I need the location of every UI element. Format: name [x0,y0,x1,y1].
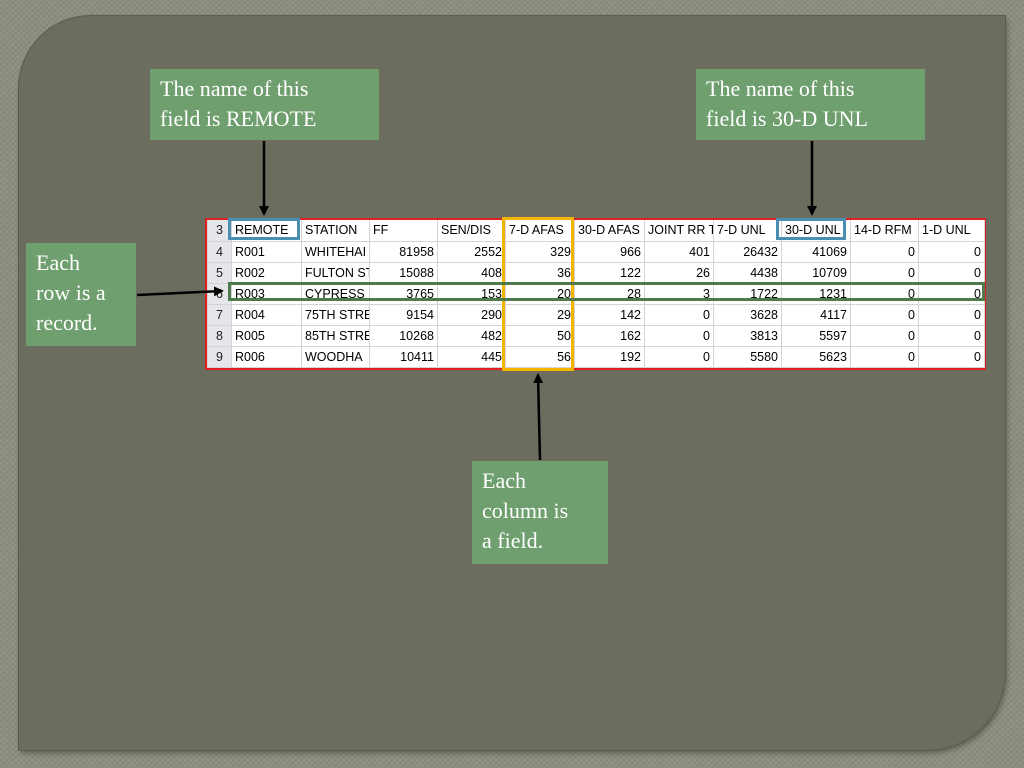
table-cell: 122 [574,261,645,284]
column-header: STATION [301,220,370,242]
table-cell: R001 [231,240,302,263]
table-row: 6R003CYPRESS H3765153202831722123100 [207,282,985,305]
table-cell: 4438 [713,261,782,284]
table-cell: 29 [505,303,575,326]
column-header: 7-D UNL [713,220,782,242]
table-cell: 10411 [369,345,438,368]
column-header: JOINT RR T [644,220,714,242]
table-cell: 0 [850,345,919,368]
row-number: 9 [207,345,232,368]
table-cell: WHITEHAI [301,240,370,263]
row-number: 8 [207,324,232,347]
table-cell: 5623 [781,345,851,368]
row-number: 4 [207,240,232,263]
column-header: 30-D UNL [781,220,851,242]
callout-30d-unl-field: The name of this field is 30-D UNL [696,69,925,140]
table-cell: 0 [918,240,985,263]
table-cell: 192 [574,345,645,368]
table-cell: 0 [850,324,919,347]
table-cell: 0 [918,261,985,284]
table-cell: R004 [231,303,302,326]
table-cell: 3813 [713,324,782,347]
table-cell: 26 [644,261,714,284]
table-cell: 0 [644,303,714,326]
table-cell: 445 [437,345,506,368]
table-cell: 408 [437,261,506,284]
table-cell: 28 [574,282,645,305]
table-cell: 9154 [369,303,438,326]
column-header: 30-D AFAS [574,220,645,242]
table-cell: R003 [231,282,302,305]
table-cell: 0 [918,324,985,347]
table-cell: R005 [231,324,302,347]
callout-column-field: Each column is a field. [472,461,608,564]
table-cell: 20 [505,282,575,305]
table-cell: 1722 [713,282,782,305]
table-cell: 3765 [369,282,438,305]
table-cell: 81958 [369,240,438,263]
table-cell: R002 [231,261,302,284]
table-cell: 966 [574,240,645,263]
table-cell: 401 [644,240,714,263]
table-cell: 329 [505,240,575,263]
row-number: 7 [207,303,232,326]
table-cell: R006 [231,345,302,368]
callout-remote-field: The name of this field is REMOTE [150,69,379,140]
spreadsheet-body: 3 REMOTE STATION FF SEN/DIS 7-D AFAS 30-D AFAS… [207,220,985,368]
table-cell: WOODHA [301,345,370,368]
table-cell: 0 [644,324,714,347]
table-row: 7 R004 75TH STRE 9154 290 29 142 0 3628 4117 0 0 [207,303,985,326]
table-row: 5 R002 FULTON ST 15088 408 36 122 26 4438 10709 0 0 [207,261,985,284]
table-cell: 2552 [437,240,506,263]
table-cell: 3628 [713,303,782,326]
table-cell: CYPRESS H [301,282,370,305]
spreadsheet-excerpt: 3 REMOTE STATION FF SEN/DIS 7-D AFAS 30-D AFAS… [205,218,986,370]
table-cell: 5597 [781,324,851,347]
table-cell: 10709 [781,261,851,284]
table-cell: 482 [437,324,506,347]
table-cell: 0 [850,282,919,305]
table-cell: 0 [918,345,985,368]
table-row: 8 R005 85TH STRE 10268 482 50 162 0 3813 5597 0 0 [207,324,985,347]
column-header: 7-D AFAS [505,220,575,242]
column-header: SEN/DIS [437,220,506,242]
table-cell: 0 [850,303,919,326]
table-cell: 41069 [781,240,851,263]
table-cell: 36 [505,261,575,284]
table-cell: 1231 [781,282,851,305]
table-row: 4 R001 WHITEHAI 81958 2552 329 966 401 26432 4106… [207,240,985,263]
table-cell: 10268 [369,324,438,347]
table-cell: 153 [437,282,506,305]
table-cell: 56 [505,345,575,368]
table-cell: 162 [574,324,645,347]
table-cell: 142 [574,303,645,326]
spreadsheet-grid: 3 REMOTE STATION FF SEN/DIS 7-D AFAS 30-D AFAS… [207,220,985,368]
table-cell: 0 [918,282,985,305]
callout-row-record: Each row is a record. [26,243,136,346]
table-cell: 0 [850,261,919,284]
table-cell: 5580 [713,345,782,368]
table-cell: 3 [644,282,714,305]
column-header: 1-D UNL [918,220,985,242]
table-cell: 85TH STRE [301,324,370,347]
table-cell: 75TH STRE [301,303,370,326]
column-header: 14-D RFM [850,220,919,242]
table-cell: 0 [918,303,985,326]
table-cell: 50 [505,324,575,347]
header-row: 3 REMOTE STATION FF SEN/DIS 7-D AFAS 30-D AFAS… [207,220,985,242]
table-cell: 290 [437,303,506,326]
table-cell: 4117 [781,303,851,326]
row-number: 6 [207,282,232,305]
table-row: 9 R006 WOODHA 10411 445 56 192 0 5580 5623 0 0 [207,345,985,368]
column-header: REMOTE [231,220,302,242]
table-cell: 15088 [369,261,438,284]
table-cell: 0 [644,345,714,368]
column-header: FF [369,220,438,242]
row-number: 3 [207,220,232,242]
row-number: 5 [207,261,232,284]
table-cell: 26432 [713,240,782,263]
table-cell: 0 [850,240,919,263]
table-cell: FULTON ST [301,261,370,284]
